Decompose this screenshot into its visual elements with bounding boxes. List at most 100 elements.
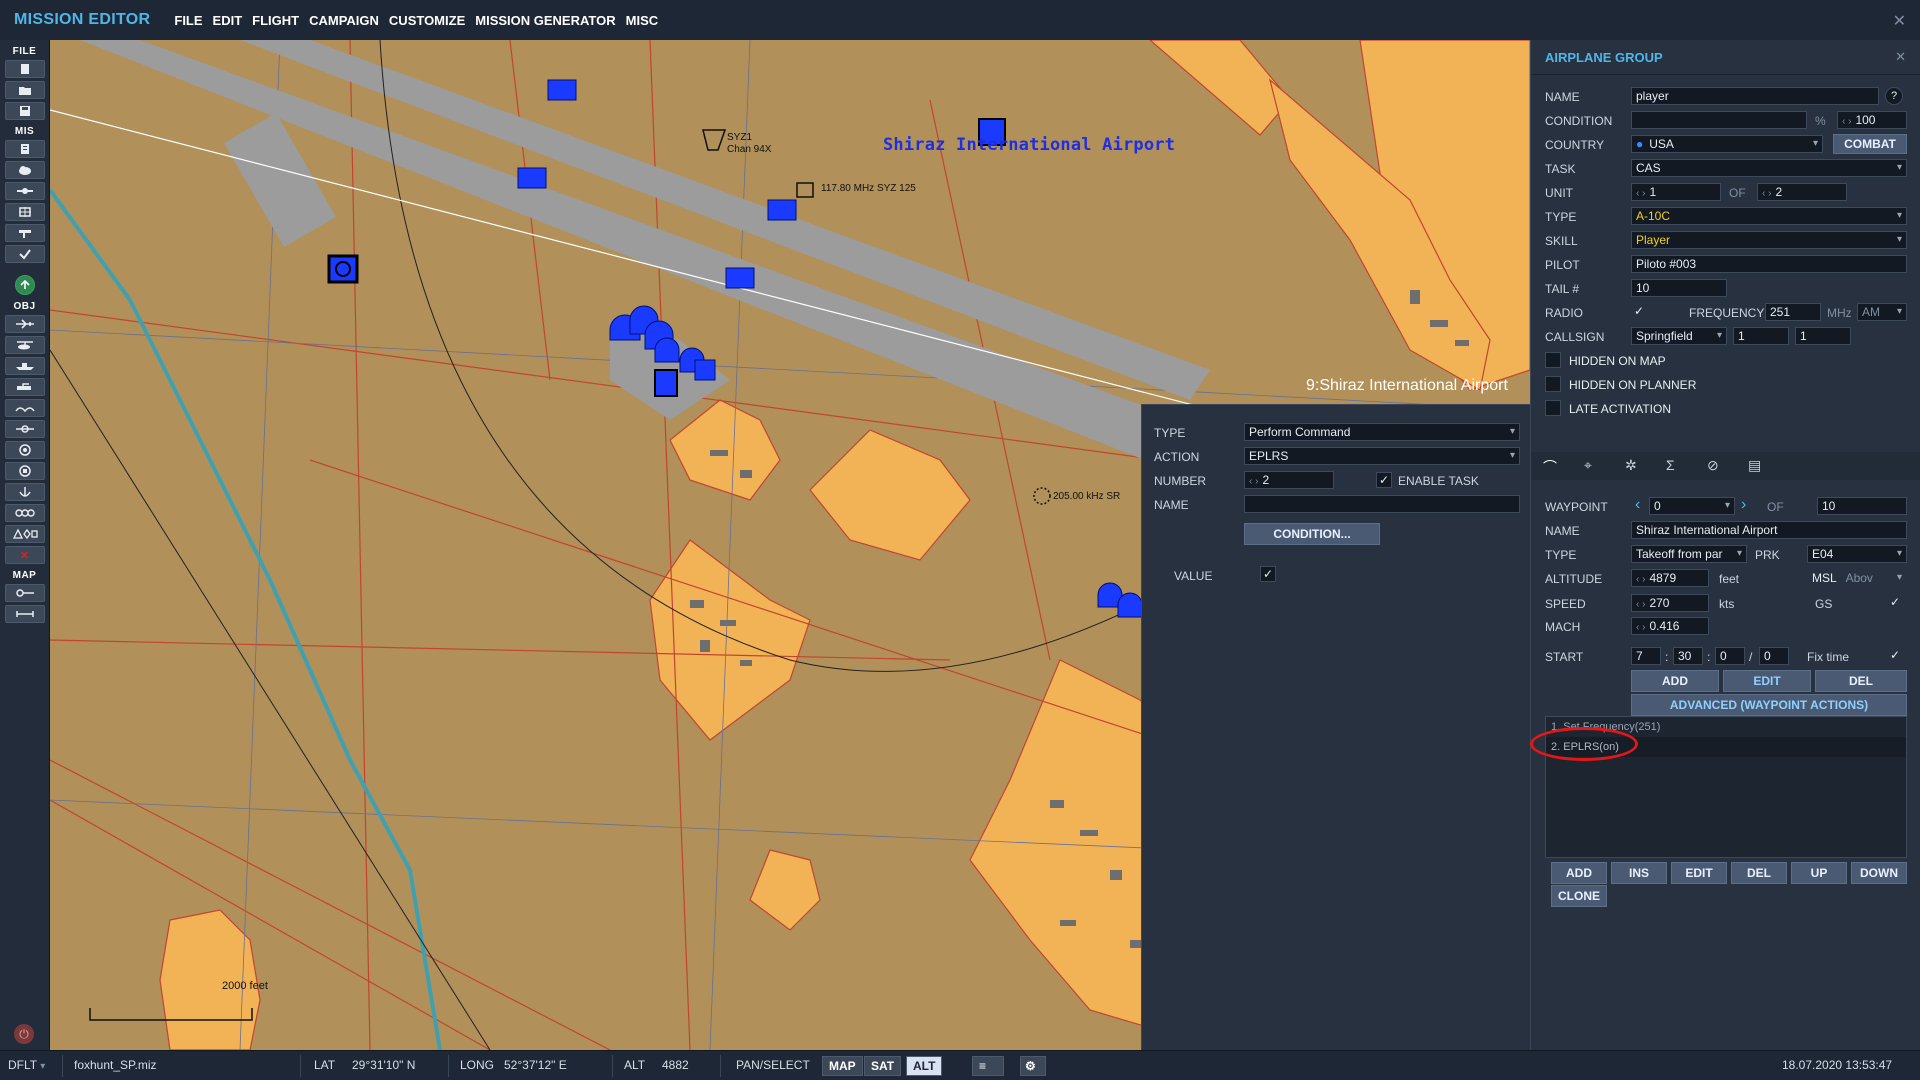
stepper-arrows-icon[interactable]: ‹ › [1636, 188, 1645, 199]
fix-time-checkbox[interactable]: ✓ [1887, 648, 1903, 664]
menu-customize[interactable]: CUSTOMIZE [389, 13, 465, 28]
waypoint-label[interactable]: 9:Shiraz International Airport [1306, 377, 1508, 395]
mode-select[interactable]: DFLT ▾ [8, 1058, 45, 1072]
speed-stepper[interactable]: ‹ › 270 [1631, 594, 1709, 612]
action-ins-button[interactable]: INS [1611, 862, 1667, 884]
start-fraction[interactable]: 0 [1759, 647, 1789, 665]
stepper-arrows-icon[interactable]: ‹ › [1762, 188, 1771, 199]
checkmark-icon[interactable] [4, 245, 45, 263]
action-add-button[interactable]: ADD [1551, 862, 1607, 884]
triggered-actions-tab-icon[interactable]: ⌖ [1584, 457, 1592, 474]
hidden-on-map-checkbox[interactable] [1545, 352, 1561, 368]
close-icon[interactable]: ✕ [1895, 49, 1906, 65]
stepper-arrows-icon[interactable]: ‹ › [1842, 116, 1851, 127]
drawing-shapes-icon[interactable] [4, 525, 45, 543]
altitude-stepper[interactable]: ‹ › 4879 [1631, 569, 1709, 587]
waypoint-prev-icon[interactable]: ‹ [1635, 496, 1640, 514]
settings-gear-icon[interactable]: ⚙ [1020, 1056, 1046, 1076]
map-mode-button[interactable]: MAP [822, 1056, 863, 1076]
aircraft-type-select[interactable]: A-10C ▾ [1631, 207, 1907, 225]
start-hours[interactable]: 7 [1631, 647, 1661, 665]
summary-tab-icon[interactable]: Σ [1666, 457, 1675, 473]
unit-total-stepper[interactable]: ‹ › 2 [1757, 183, 1847, 201]
wp-add-button[interactable]: ADD [1631, 670, 1719, 692]
unit-stepper[interactable]: ‹ › 1 [1631, 183, 1721, 201]
static-object-icon[interactable] [4, 399, 45, 417]
briefing-icon[interactable] [4, 140, 45, 158]
stepper-arrows-icon[interactable]: ‹ › [1636, 622, 1645, 633]
skill-select[interactable]: Player ▾ [1631, 231, 1907, 249]
sat-mode-button[interactable]: SAT [864, 1056, 902, 1076]
hidden-on-planner-checkbox[interactable] [1545, 376, 1561, 392]
menu-misc[interactable]: MISC [626, 13, 659, 28]
callsign-select[interactable]: Springfield ▾ [1631, 327, 1727, 345]
callsign-number-2[interactable]: 1 [1795, 327, 1851, 345]
advanced-waypoint-actions-button[interactable]: ADVANCED (WAYPOINT ACTIONS) [1631, 694, 1907, 716]
action-down-button[interactable]: DOWN [1851, 862, 1907, 884]
resources-icon[interactable] [4, 224, 45, 242]
action-clone-button[interactable]: CLONE [1551, 885, 1607, 907]
up-arrow-icon[interactable] [14, 275, 35, 295]
action-up-button[interactable]: UP [1791, 862, 1847, 884]
ruler-icon[interactable] [4, 605, 45, 623]
wp-type-select[interactable]: Takeoff from par ▾ [1631, 545, 1747, 563]
wp-del-button[interactable]: DEL [1815, 670, 1907, 692]
start-seconds[interactable]: 0 [1715, 647, 1745, 665]
stepper-arrows-icon[interactable]: ‹ › [1636, 574, 1645, 585]
wp-edit-button[interactable]: EDIT [1723, 670, 1811, 692]
country-select[interactable]: ● USA ▾ [1631, 135, 1823, 153]
action-edit-button[interactable]: EDIT [1671, 862, 1727, 884]
stepper-arrows-icon[interactable]: ‹ › [1249, 476, 1258, 487]
map-options-icon[interactable] [4, 584, 45, 602]
value-checkbox[interactable]: ✓ [1260, 566, 1276, 582]
task-name-input[interactable] [1244, 495, 1520, 513]
pilot-input[interactable]: Piloto #003 [1631, 255, 1907, 273]
tail-input[interactable]: 10 [1631, 279, 1727, 297]
delete-x-icon[interactable]: ✕ [4, 546, 45, 564]
waypoint-next-icon[interactable]: › [1741, 496, 1746, 514]
weather-cloud-icon[interactable] [4, 161, 45, 179]
callsign-number-1[interactable]: 1 [1733, 327, 1789, 345]
menu-campaign[interactable]: CAMPAIGN [309, 13, 379, 28]
failures-tab-icon[interactable]: ⊘ [1707, 457, 1719, 474]
save-disk-icon[interactable] [4, 102, 45, 120]
power-icon[interactable]: ⏻ [14, 1024, 34, 1044]
airport-title[interactable]: Shiraz International Airport [883, 135, 1175, 155]
radio-checkbox[interactable]: ✓ [1631, 304, 1647, 320]
targets-tab-icon[interactable]: ✲ [1625, 457, 1637, 474]
late-activation-checkbox[interactable] [1545, 400, 1561, 416]
task-type-select[interactable]: Perform Command ▾ [1244, 423, 1520, 441]
condition-button[interactable]: CONDITION... [1244, 523, 1380, 545]
window-close-icon[interactable]: ✕ [1893, 11, 1906, 31]
stepper-arrows-icon[interactable]: ‹ › [1636, 599, 1645, 610]
menu-mission-generator[interactable]: MISSION GENERATOR [475, 13, 615, 28]
menu-edit[interactable]: EDIT [213, 13, 243, 28]
probability-stepper[interactable]: ‹ › 100 [1837, 111, 1907, 129]
task-number-stepper[interactable]: ‹ › 2 [1244, 471, 1334, 489]
helicopter-group-icon[interactable] [4, 336, 45, 354]
condition-input[interactable] [1631, 111, 1807, 129]
help-icon[interactable]: ? [1885, 87, 1903, 105]
start-minutes[interactable]: 30 [1673, 647, 1703, 665]
enable-task-checkbox[interactable]: ✓ [1376, 472, 1392, 488]
prk-select[interactable]: E04 ▾ [1807, 545, 1907, 563]
combat-button[interactable]: COMBAT [1833, 134, 1907, 154]
alt-mode-button[interactable]: ALT [906, 1056, 943, 1076]
task-action-select[interactable]: EPLRS ▾ [1244, 447, 1520, 465]
task-select[interactable]: CAS ▾ [1631, 159, 1907, 177]
goals-icon[interactable] [4, 203, 45, 221]
vehicle-group-icon[interactable] [4, 378, 45, 396]
wp-name-input[interactable]: Shiraz International Airport [1631, 521, 1907, 539]
ship-group-icon[interactable] [4, 357, 45, 375]
route-tab-icon[interactable]: ⌒ [1543, 457, 1557, 477]
action-del-button[interactable]: DEL [1731, 862, 1787, 884]
altitude-ref-select[interactable]: MSL Abov ▾ [1807, 569, 1907, 587]
target-circle-icon[interactable] [4, 441, 45, 459]
group-name-input[interactable]: player [1631, 87, 1879, 105]
trigger-zone-icon[interactable] [4, 420, 45, 438]
layers-icon[interactable]: ≡ [972, 1056, 1004, 1076]
triggers-icon[interactable] [4, 182, 45, 200]
menu-file[interactable]: FILE [174, 13, 202, 28]
anchor-icon[interactable] [4, 483, 45, 501]
open-folder-icon[interactable] [4, 81, 45, 99]
